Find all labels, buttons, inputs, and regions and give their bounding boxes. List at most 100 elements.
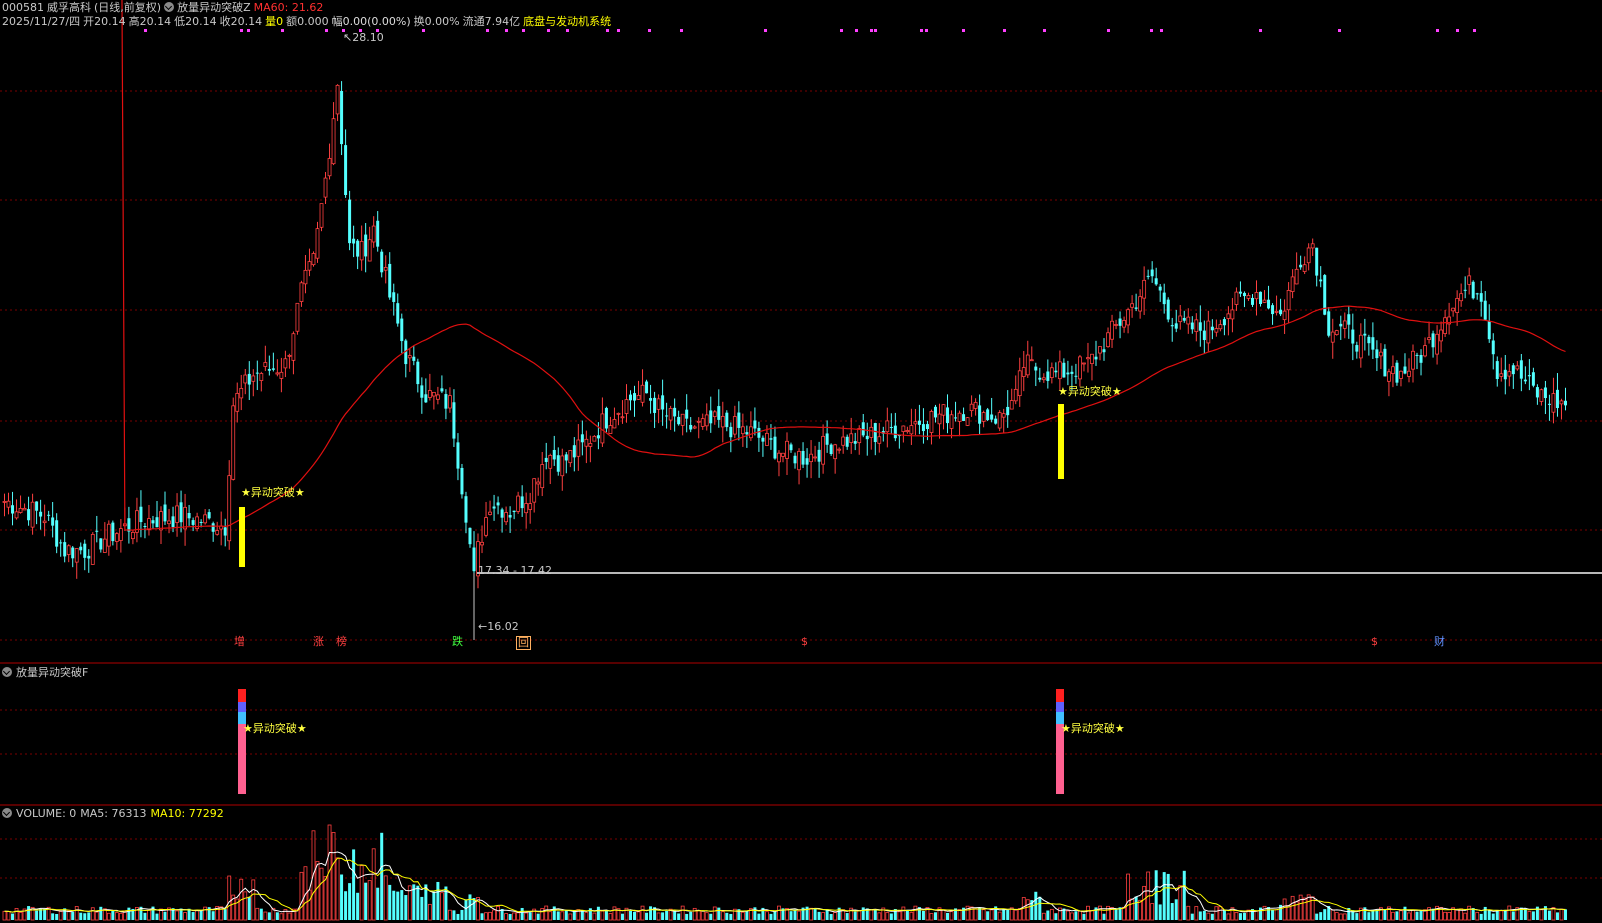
event-marker-6[interactable]: $ [801,636,808,648]
volume-bar [1342,913,1347,921]
pink-marker [617,29,620,32]
volume-bar [821,912,826,921]
chevron-down-icon[interactable] [164,2,175,12]
candle-body [986,409,990,421]
candle-body [748,426,753,439]
candle-body [63,542,67,557]
event-marker-5[interactable]: 回 [516,636,531,650]
pink-marker [1043,29,1046,32]
candle-body [1146,275,1150,277]
candle-body [833,444,838,460]
pink-marker [925,29,928,32]
candle-body [42,520,47,524]
candle-body [1154,278,1158,285]
indicator-name[interactable]: 放量异动突破Z [177,1,251,14]
volume-bar [584,912,589,921]
event-marker-7[interactable]: $ [1371,636,1378,648]
candle-body [841,436,846,446]
event-marker-4[interactable]: 跌 [452,636,463,648]
period-label[interactable]: (日线,前复权) [94,1,161,14]
volume-bar [1547,910,1551,920]
candle-body [367,239,372,262]
volume-bar [439,892,444,921]
volume-bar [1158,904,1162,920]
candle-body [1174,323,1178,329]
volume-bar [512,912,517,921]
volume-bar [1302,897,1307,921]
candle-body [813,456,817,459]
volume-bar [1415,911,1419,920]
volume-bar [520,907,524,920]
candle-body [793,455,797,464]
volume-bar [516,912,521,921]
volume-bar [1330,909,1335,921]
candle-body [704,414,709,427]
chevron-down-icon[interactable] [2,808,12,818]
volume-bar [981,909,986,921]
volume-bar [1166,873,1170,920]
volume-bar [1338,913,1343,921]
candle-body [1210,326,1214,331]
candle-body [1222,319,1226,326]
candle-body [740,426,745,435]
candle-body [1006,406,1010,416]
panel2-title[interactable]: 放量异动突破F [16,666,88,679]
candle-body [223,527,227,536]
volume-bar [596,906,600,920]
candle-body [612,419,617,429]
candle-body [604,407,608,429]
event-marker-1[interactable]: 增 [234,636,245,648]
event-marker-3[interactable]: 榜 [336,636,347,648]
high-price-label: ↖28.10 [343,31,384,44]
candle-body [71,547,75,559]
volume-bar [524,912,529,921]
candle-body [211,523,215,532]
candle-body [608,425,613,434]
candle-body [845,436,849,447]
candle-body [79,546,83,551]
candle-body [1330,331,1335,343]
candle-body [1411,350,1415,370]
volume-bar [560,911,565,921]
pink-marker [240,29,243,32]
candle-body [1142,279,1147,299]
candle-body [259,373,264,381]
volume-bar [376,887,380,920]
volume-bar [11,913,15,920]
event-marker-2[interactable]: 涨 [313,636,324,648]
stock-code[interactable]: 000581 [2,1,44,14]
candle-body [380,251,384,273]
candle-body [797,450,801,471]
volume-bar [757,913,761,920]
volume-bar [255,907,260,921]
candle-body [1234,291,1239,305]
volume-bar [223,909,227,920]
candle-body [978,405,982,424]
volume-bar [114,912,119,921]
candle-body [352,238,356,244]
candle-body [1415,354,1419,356]
volume-panel-label[interactable]: VOLUME: 0 MA5: 76313 MA10: 77292 [2,807,228,821]
volume-bar [1563,909,1567,920]
candle-body [508,514,512,518]
panel2-label[interactable]: 放量异动突破F [2,666,92,680]
volume-bar [1214,906,1219,921]
volume-bar [1138,899,1143,921]
stock-name[interactable]: 威孚高科 [47,1,91,14]
pink-marker [325,29,328,32]
event-marker-8[interactable]: 财 [1434,636,1445,648]
sector-label[interactable]: 底盘与发动机系统 [523,15,611,28]
chevron-down-icon[interactable] [2,667,12,677]
candle-body [396,303,400,324]
candle-body [427,390,432,398]
volume-bar [1551,907,1556,921]
candle-body [1547,403,1551,405]
candle-body [1551,393,1556,413]
candle-body [1543,387,1547,399]
volume-bar [1523,908,1527,920]
candle-body [392,292,396,302]
candle-body [925,424,929,430]
candle-body [464,496,468,523]
candle-body [203,514,208,524]
chart-stage[interactable] [0,0,1602,923]
